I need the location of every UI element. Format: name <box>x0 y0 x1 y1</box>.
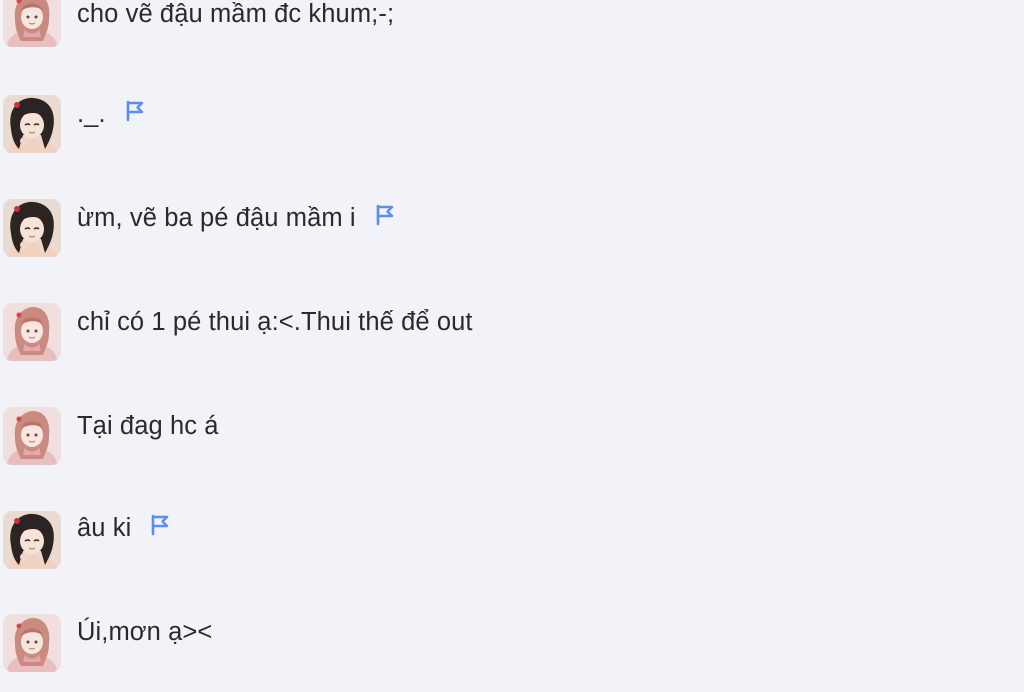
message-text: ._. <box>77 100 106 128</box>
message-text: âu ki <box>77 514 132 542</box>
message-text-wrap: cho vẽ đậu mầm đc khum;-; <box>77 0 394 29</box>
message-text-wrap: Tại đag hc á <box>77 411 219 441</box>
flag-icon[interactable] <box>124 100 146 122</box>
avatar[interactable] <box>3 95 61 153</box>
avatar[interactable] <box>3 511 61 569</box>
avatar[interactable] <box>3 303 61 361</box>
message-text: Úi,mơn ạ>< <box>77 618 213 646</box>
flag-icon[interactable] <box>374 204 396 226</box>
message-text: ừm, vẽ ba pé đậu mầm i <box>77 204 356 232</box>
message-text: Tại đag hc á <box>77 412 219 440</box>
avatar[interactable] <box>3 407 61 465</box>
avatar[interactable] <box>3 614 61 672</box>
avatar[interactable] <box>3 0 61 47</box>
flag-icon[interactable] <box>149 514 171 536</box>
message-row: ừm, vẽ ba pé đậu mầm i <box>0 199 1024 261</box>
message-text-wrap: chỉ có 1 pé thui ạ:<.Thui thế để out <box>77 307 473 337</box>
message-row: âu ki <box>0 511 1024 573</box>
message-row: Tại đag hc á <box>0 407 1024 469</box>
message-text-wrap: Úi,mơn ạ>< <box>77 617 212 647</box>
message-text-wrap: âu ki <box>77 513 171 543</box>
message-text: chỉ có 1 pé thui ạ:<.Thui thế để out <box>77 308 473 336</box>
message-text-wrap: ừm, vẽ ba pé đậu mầm i <box>77 203 396 233</box>
message-row: cho vẽ đậu mầm đc khum;-; <box>0 0 1024 51</box>
message-text-wrap: ._. <box>77 99 146 129</box>
message-row: chỉ có 1 pé thui ạ:<.Thui thế để out <box>0 303 1024 365</box>
message-row: Úi,mơn ạ>< <box>0 614 1024 676</box>
avatar[interactable] <box>3 199 61 257</box>
chat-message-list: cho vẽ đậu mầm đc khum;-; ._. ừm, vẽ ba pé… <box>0 0 1024 692</box>
message-text: cho vẽ đậu mầm đc khum;-; <box>77 0 395 28</box>
message-row: ._. <box>0 95 1024 157</box>
